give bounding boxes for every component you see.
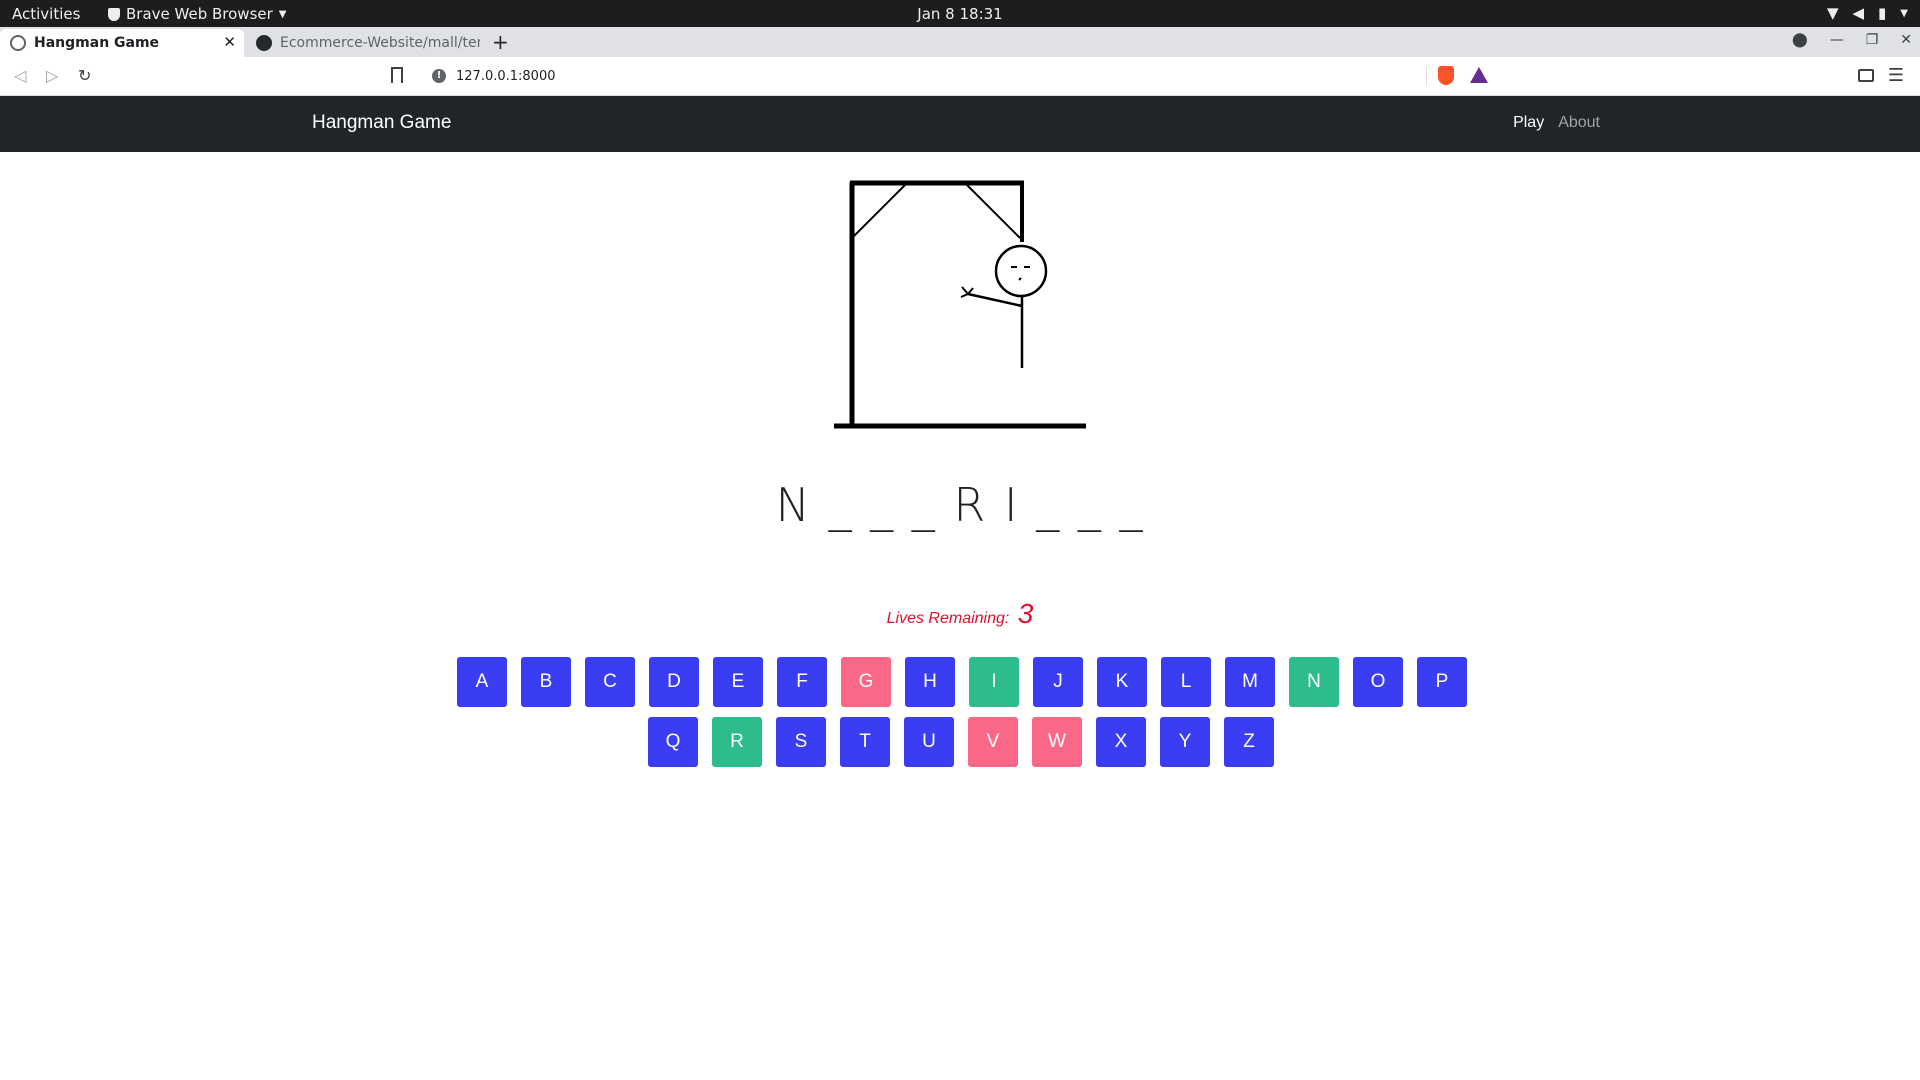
battery-icon: ▮ bbox=[1878, 4, 1887, 22]
menu-icon[interactable]: ☰ bbox=[1888, 65, 1904, 86]
tab-search-icon[interactable]: ⬤ bbox=[1792, 32, 1808, 48]
wallet-icon[interactable] bbox=[1858, 69, 1874, 82]
letter-key-h[interactable]: H bbox=[905, 657, 955, 707]
word-display: N _ _ _ R I _ _ _ bbox=[775, 478, 1145, 532]
close-window-icon[interactable]: ✕ bbox=[1900, 32, 1912, 48]
omnibox-divider bbox=[1426, 66, 1427, 86]
letter-key-t[interactable]: T bbox=[840, 717, 890, 767]
nav-about[interactable]: About bbox=[1558, 114, 1600, 132]
letter-key-b[interactable]: B bbox=[521, 657, 571, 707]
lives-remaining: Lives Remaining: 3 bbox=[0, 598, 1920, 630]
bookmark-icon[interactable] bbox=[391, 67, 403, 83]
keyboard-row-1: ABCDEFGHIJKLMNOP bbox=[457, 657, 1467, 707]
letter-key-j[interactable]: J bbox=[1033, 657, 1083, 707]
forward-icon[interactable]: ▷ bbox=[46, 66, 58, 85]
letter-key-s[interactable]: S bbox=[776, 717, 826, 767]
letter-key-w[interactable]: W bbox=[1032, 717, 1082, 767]
letter-key-z[interactable]: Z bbox=[1224, 717, 1274, 767]
back-icon[interactable]: ◁ bbox=[14, 66, 26, 85]
close-icon[interactable]: ✕ bbox=[223, 33, 236, 51]
window-controls: ⬤ — ❐ ✕ bbox=[1792, 32, 1912, 48]
site-navbar: Hangman Game Play About bbox=[0, 96, 1920, 152]
info-icon[interactable]: ! bbox=[432, 69, 446, 83]
letter-key-m[interactable]: M bbox=[1225, 657, 1275, 707]
wifi-icon: ▼ bbox=[1826, 4, 1839, 22]
address-bar[interactable]: ! 127.0.0.1:8000 bbox=[420, 62, 1498, 90]
letter-key-g[interactable]: G bbox=[841, 657, 891, 707]
letter-key-n[interactable]: N bbox=[1289, 657, 1339, 707]
nav-play[interactable]: Play bbox=[1513, 114, 1544, 132]
letter-key-e[interactable]: E bbox=[713, 657, 763, 707]
brave-shield-icon[interactable] bbox=[1438, 66, 1454, 85]
hangman-head bbox=[994, 244, 1048, 298]
letter-key-d[interactable]: D bbox=[649, 657, 699, 707]
tab-strip: Hangman Game ✕ Ecommerce-Website/mall/te… bbox=[0, 27, 1920, 57]
letter-key-i[interactable]: I bbox=[969, 657, 1019, 707]
lives-label: Lives Remaining: bbox=[886, 610, 1010, 627]
letter-key-q[interactable]: Q bbox=[648, 717, 698, 767]
site-brand[interactable]: Hangman Game bbox=[312, 112, 451, 134]
globe-icon bbox=[10, 35, 26, 51]
letter-key-f[interactable]: F bbox=[777, 657, 827, 707]
letter-key-y[interactable]: Y bbox=[1160, 717, 1210, 767]
letter-key-v[interactable]: V bbox=[968, 717, 1018, 767]
os-top-bar: Activities Brave Web Browser ▼ Jan 8 18:… bbox=[0, 0, 1920, 27]
reload-icon[interactable]: ↻ bbox=[78, 66, 91, 85]
letter-key-u[interactable]: U bbox=[904, 717, 954, 767]
tab-hangman[interactable]: Hangman Game ✕ bbox=[0, 29, 244, 57]
keyboard-row-2: QRSTUVWXYZ bbox=[648, 717, 1274, 767]
new-tab-button[interactable]: + bbox=[492, 30, 509, 54]
minimize-icon[interactable]: — bbox=[1830, 32, 1844, 48]
github-icon bbox=[256, 35, 272, 51]
lives-count: 3 bbox=[1017, 598, 1034, 629]
hangman-hand-2 bbox=[960, 293, 969, 298]
gallows-left-brace bbox=[851, 183, 907, 239]
hangman-hand-3 bbox=[967, 287, 974, 295]
nav-links: Play About bbox=[1513, 114, 1600, 132]
letter-key-l[interactable]: L bbox=[1161, 657, 1211, 707]
brave-rewards-icon[interactable] bbox=[1470, 67, 1488, 83]
letter-key-x[interactable]: X bbox=[1096, 717, 1146, 767]
hangman-mouth bbox=[1018, 277, 1022, 281]
gallows-right-brace bbox=[965, 183, 1021, 239]
system-tray[interactable]: ▼ ◀ ▮ ▼ bbox=[1827, 4, 1908, 22]
letter-key-a[interactable]: A bbox=[457, 657, 507, 707]
volume-icon: ◀ bbox=[1852, 4, 1865, 22]
letter-key-c[interactable]: C bbox=[585, 657, 635, 707]
hangman-drawing bbox=[834, 180, 1086, 429]
tab-title: Ecommerce-Website/mall/ten bbox=[280, 35, 480, 51]
hangman-hand-1 bbox=[961, 286, 969, 295]
letter-key-r[interactable]: R bbox=[712, 717, 762, 767]
letter-key-k[interactable]: K bbox=[1097, 657, 1147, 707]
tab-title: Hangman Game bbox=[34, 35, 160, 51]
letter-key-o[interactable]: O bbox=[1353, 657, 1403, 707]
browser-toolbar: ◁ ▷ ↻ ! 127.0.0.1:8000 ☰ bbox=[0, 57, 1920, 96]
chevron-down-icon: ▼ bbox=[1900, 7, 1908, 19]
clock[interactable]: Jan 8 18:31 bbox=[0, 5, 1920, 23]
restore-icon[interactable]: ❐ bbox=[1866, 32, 1879, 48]
letter-key-p[interactable]: P bbox=[1417, 657, 1467, 707]
url-text[interactable]: 127.0.0.1:8000 bbox=[456, 69, 556, 84]
tab-github[interactable]: Ecommerce-Website/mall/ten bbox=[246, 29, 480, 57]
